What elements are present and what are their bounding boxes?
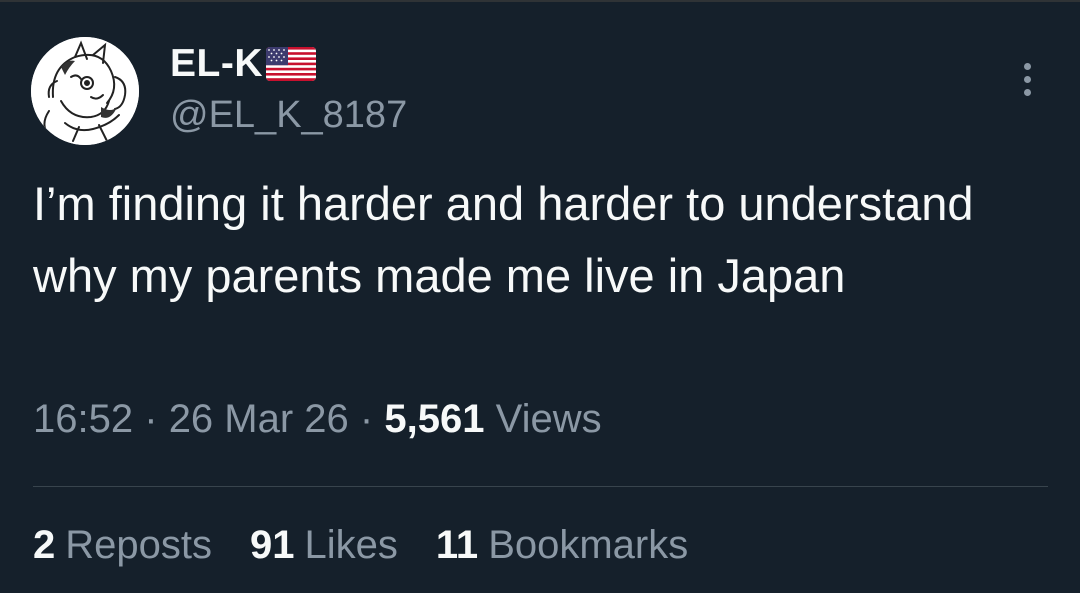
likes-stat[interactable]: 91 Likes	[250, 523, 398, 568]
bookmarks-count: 11	[435, 523, 479, 567]
reposts-count: 2	[33, 523, 56, 567]
display-name-row[interactable]: EL-K	[170, 40, 316, 88]
avatar[interactable]	[31, 37, 139, 145]
meta-separator: ·	[359, 397, 374, 441]
stats-divider	[33, 486, 1048, 487]
views-count[interactable]: 5,561	[384, 397, 484, 441]
tweet-date[interactable]: 26 Mar 26	[169, 397, 349, 441]
avatar-sketch-icon	[31, 37, 139, 145]
bookmarks-stat[interactable]: 11 Bookmarks	[436, 523, 688, 568]
reposts-stat[interactable]: 2 Reposts	[33, 523, 212, 568]
meta-separator: ·	[144, 397, 158, 441]
engagement-stats: 2 Reposts 91 Likes 11 Bookmarks	[33, 523, 688, 568]
top-divider	[0, 0, 1080, 2]
likes-count: 91	[250, 523, 295, 567]
tweet-meta: 16:52 · 26 Mar 26 · 5,561 Views	[33, 397, 602, 442]
us-flag-icon	[266, 47, 316, 81]
bookmarks-label: Bookmarks	[488, 523, 689, 567]
more-dot-icon	[1023, 75, 1031, 83]
more-dot-icon	[1023, 88, 1031, 96]
user-handle[interactable]: @EL_K_8187	[170, 94, 407, 137]
more-options-button[interactable]	[1010, 58, 1044, 100]
tweet-text: I’m finding it harder and harder to unde…	[33, 177, 974, 302]
display-name[interactable]: EL-K	[170, 42, 263, 86]
more-dot-icon	[1023, 62, 1031, 70]
views-label[interactable]: Views	[496, 397, 602, 441]
likes-label: Likes	[304, 523, 398, 567]
reposts-label: Reposts	[65, 523, 212, 567]
tweet-time[interactable]: 16:52	[33, 397, 133, 441]
